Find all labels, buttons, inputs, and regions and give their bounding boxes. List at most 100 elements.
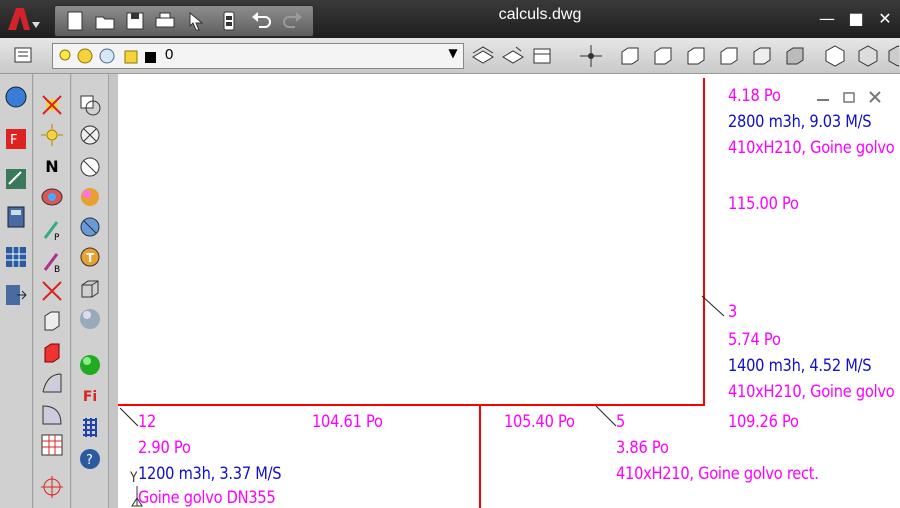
sheet-set-icon[interactable] bbox=[217, 9, 241, 33]
annotation-node: 12 bbox=[138, 412, 157, 432]
grid-icon[interactable] bbox=[3, 244, 29, 270]
blue-sphere-icon[interactable] bbox=[77, 214, 103, 240]
annotation-duct: 410xH210, Goine golvo bbox=[728, 138, 895, 158]
help-icon[interactable]: ? bbox=[77, 446, 103, 472]
new-icon[interactable] bbox=[63, 9, 87, 33]
svg-text:B: B bbox=[54, 265, 60, 274]
svg-text:P: P bbox=[54, 233, 60, 242]
calculator-icon[interactable] bbox=[3, 204, 29, 230]
close-button[interactable]: ✕ bbox=[874, 8, 896, 30]
close-icon[interactable] bbox=[867, 90, 883, 104]
leader-3 bbox=[701, 295, 725, 317]
layer-properties-icon[interactable] bbox=[12, 43, 38, 69]
window-title: calculs.dwg bbox=[498, 6, 582, 23]
palette-column-1: F bbox=[0, 74, 33, 508]
light-x-icon[interactable] bbox=[39, 278, 65, 304]
tools-icon[interactable] bbox=[3, 166, 29, 192]
render-icon[interactable]: F bbox=[3, 126, 29, 152]
annotation-node: 3 bbox=[728, 302, 738, 322]
chevron-down-icon[interactable]: ▼ bbox=[445, 46, 461, 64]
svg-text:T: T bbox=[86, 251, 95, 265]
layer-walk-icon[interactable] bbox=[500, 43, 526, 69]
app-menu-button[interactable] bbox=[4, 4, 42, 36]
sw-iso-icon[interactable] bbox=[822, 43, 848, 69]
annotation-pressure: 115.00 Po bbox=[728, 194, 799, 214]
surface-icon[interactable] bbox=[39, 370, 65, 396]
layer-dropdown[interactable]: 0 ▼ bbox=[52, 43, 464, 69]
current-layer-name: 0 bbox=[165, 46, 174, 63]
drawing-area[interactable]: Y 4.18 Po 2800 m3h, 9.03 M/S 410xH210, G… bbox=[118, 74, 900, 508]
left-tool-palettes: F N P B T Fi ? bbox=[0, 74, 118, 508]
annotation-pressure: 3.86 Po bbox=[616, 438, 669, 458]
snap-icon[interactable] bbox=[39, 474, 65, 500]
open-icon[interactable] bbox=[93, 9, 117, 33]
camera-icon[interactable] bbox=[39, 184, 65, 210]
box-icon[interactable] bbox=[39, 308, 65, 334]
annotation-node: 5 bbox=[616, 412, 626, 432]
layers-toolbar: 0 ▼ bbox=[0, 38, 900, 74]
sphere-x-icon[interactable] bbox=[77, 122, 103, 148]
sun-icon[interactable] bbox=[39, 122, 65, 148]
fi-icon[interactable]: Fi bbox=[77, 384, 103, 410]
wire-cube-icon[interactable] bbox=[77, 276, 103, 302]
restore-icon[interactable] bbox=[841, 90, 857, 104]
top-view-icon[interactable] bbox=[617, 43, 643, 69]
annotation-pressure: 5.74 Po bbox=[728, 330, 781, 350]
save-icon[interactable] bbox=[123, 9, 147, 33]
annotation-flow: 2800 m3h, 9.03 M/S bbox=[728, 112, 872, 132]
print-icon[interactable] bbox=[153, 9, 177, 33]
ucs-label: Y bbox=[130, 470, 138, 486]
export-icon[interactable] bbox=[3, 282, 29, 308]
minimize-button[interactable]: — bbox=[816, 8, 838, 30]
se-iso-icon[interactable] bbox=[855, 43, 881, 69]
text-sphere-icon[interactable]: T bbox=[77, 244, 103, 270]
annotation-flow: 1400 m3h, 4.52 M/S bbox=[728, 356, 872, 376]
layer-iso-icon[interactable] bbox=[530, 43, 556, 69]
annotation-duct: Goine golvo DN355 bbox=[138, 488, 276, 508]
annotation-pressure: 104.61 Po bbox=[312, 412, 383, 432]
ne-iso-icon[interactable] bbox=[885, 43, 899, 69]
revolve-icon[interactable] bbox=[39, 402, 65, 428]
grid-blue-icon[interactable] bbox=[77, 414, 103, 440]
layer-state-icons bbox=[59, 48, 156, 64]
undo-icon[interactable] bbox=[249, 9, 273, 33]
title-bar: calculs.dwg — ■ ✕ bbox=[0, 0, 900, 38]
back-view-icon[interactable] bbox=[782, 43, 808, 69]
palette-column-3: T Fi ? bbox=[72, 74, 109, 508]
point-light-icon[interactable]: P bbox=[39, 216, 65, 242]
shaded-sphere-icon[interactable] bbox=[77, 184, 103, 210]
table-icon[interactable] bbox=[39, 432, 65, 458]
orbit-icon[interactable] bbox=[578, 43, 604, 69]
annotation-duct: 410xH210, Goine golvo rect. bbox=[616, 464, 819, 484]
north-button[interactable]: N bbox=[39, 154, 65, 180]
globe-icon[interactable] bbox=[3, 84, 29, 110]
palette-column-2: N P B bbox=[34, 74, 71, 508]
annotation-flow: 1200 m3h, 3.37 M/S bbox=[138, 464, 282, 484]
match-properties-icon[interactable] bbox=[185, 9, 209, 33]
green-sphere-icon[interactable] bbox=[77, 352, 103, 378]
red-box-icon[interactable] bbox=[39, 340, 65, 366]
left-view-icon[interactable] bbox=[683, 43, 709, 69]
svg-text:?: ? bbox=[86, 453, 93, 468]
bottom-view-icon[interactable] bbox=[650, 43, 676, 69]
svg-text:F: F bbox=[10, 133, 17, 148]
annotation-pressure: 109.26 Po bbox=[728, 412, 799, 432]
sphere-outline-icon[interactable] bbox=[77, 154, 103, 180]
annotation-pressure: 2.90 Po bbox=[138, 438, 191, 458]
view-cube-icon[interactable] bbox=[77, 92, 103, 118]
duct-line-vertical-middle bbox=[479, 404, 481, 508]
duct-line-vertical-right bbox=[703, 78, 705, 406]
spot-light-icon[interactable]: B bbox=[39, 248, 65, 274]
light-off-icon[interactable] bbox=[39, 92, 65, 118]
maximize-button[interactable]: ■ bbox=[845, 8, 867, 30]
layer-previous-icon[interactable] bbox=[470, 43, 496, 69]
front-view-icon[interactable] bbox=[749, 43, 775, 69]
annotation-pressure: 4.18 Po bbox=[728, 86, 781, 106]
minimize-icon[interactable] bbox=[815, 90, 831, 104]
right-view-icon[interactable] bbox=[716, 43, 742, 69]
annotation-pressure: 105.40 Po bbox=[504, 412, 575, 432]
redo-icon[interactable] bbox=[281, 9, 305, 33]
autocad-logo-icon bbox=[8, 8, 40, 30]
gray-sphere-icon[interactable] bbox=[77, 306, 103, 332]
quick-access-toolbar bbox=[54, 5, 314, 37]
